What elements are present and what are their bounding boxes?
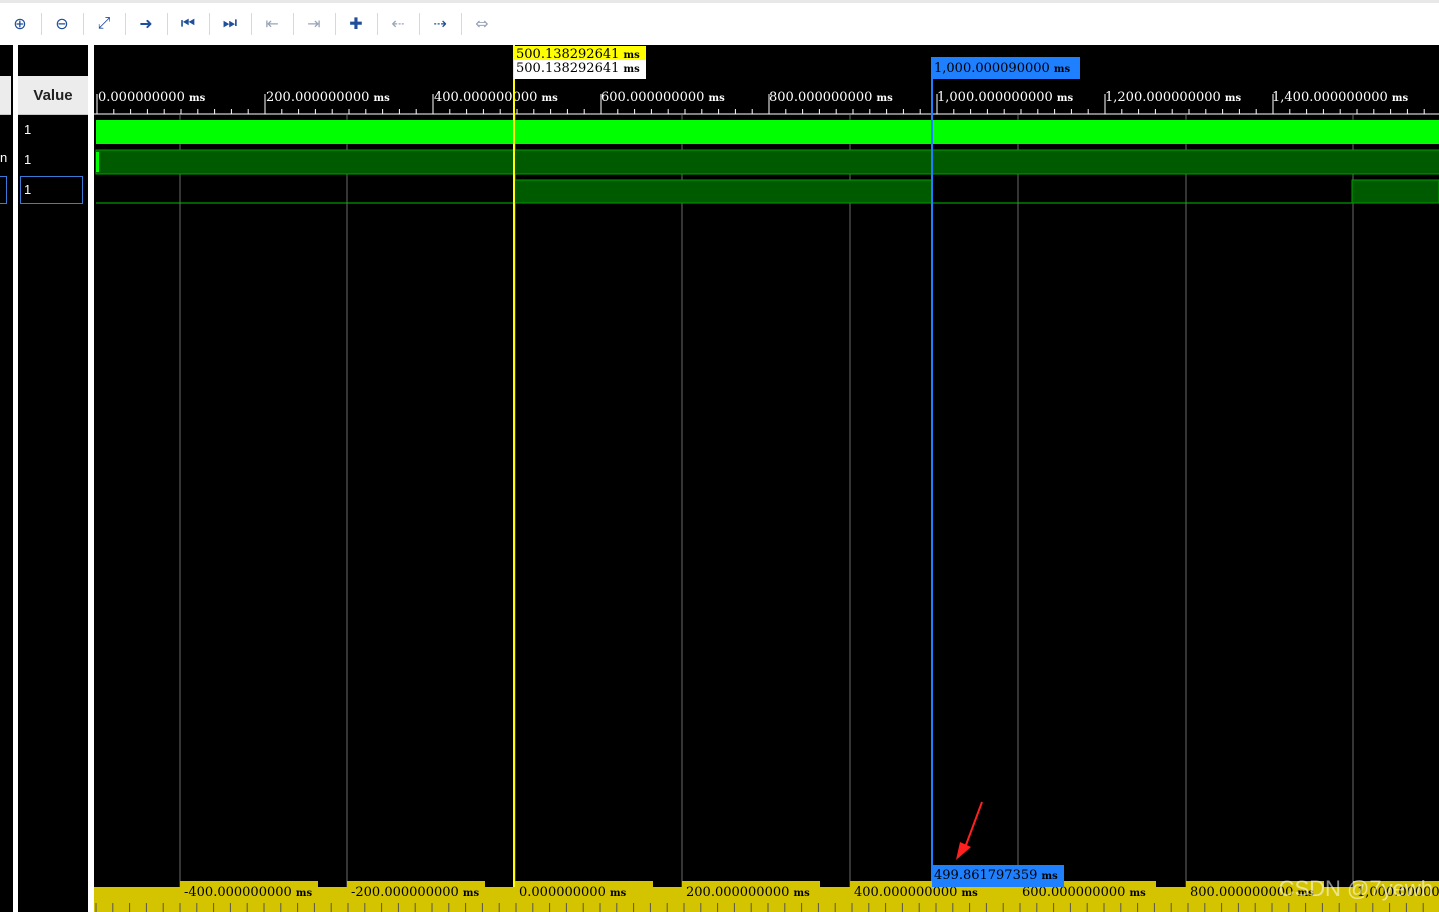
top-ruler-label: 1,200.000000000 ms: [1105, 90, 1242, 105]
previous-marker-icon[interactable]: ⇠: [386, 11, 410, 35]
signal-value-row-3[interactable]: 1: [24, 182, 31, 197]
toolbar-separator: [293, 13, 294, 35]
toolbar-separator: [167, 13, 168, 35]
zoom-in-icon[interactable]: ⊕: [8, 11, 32, 35]
toolbar-separator: [125, 13, 126, 35]
previous-transition-icon[interactable]: ⇤: [260, 11, 284, 35]
zoom-fit-icon[interactable]: ⤢: [92, 11, 116, 35]
go-to-time-zero-icon[interactable]: ⏮: [176, 11, 200, 35]
bottom-ruler-label: 200.000000000 ms: [686, 885, 810, 900]
signal-value-row-1[interactable]: 1: [24, 122, 31, 137]
top-ruler-label: 1,000.000000000 ms: [937, 90, 1074, 105]
waveform-canvas[interactable]: 0.000000000 ms 200.000000000 ms 400.000000…: [94, 45, 1439, 912]
bottom-ruler-label: 0.000000000 ms: [519, 885, 627, 900]
go-to-cursor-icon[interactable]: ➜: [134, 11, 158, 35]
top-ruler-label: 600.000000000 ms: [601, 90, 725, 105]
signal-wave-2-edge: [96, 152, 99, 172]
bottom-ruler-label: -200.000000000 ms: [351, 885, 480, 900]
toolbar-separator: [377, 13, 378, 35]
top-ruler-label: 200.000000000 ms: [266, 90, 390, 105]
bottom-ruler-label: 400.000000000 ms: [854, 885, 978, 900]
waveform-viewer[interactable]: 0.000000000 ms 200.000000000 ms 400.000000…: [94, 45, 1439, 912]
signal-value-row-2[interactable]: 1: [24, 152, 31, 167]
toolbar: ⊕ ⊖ ⤢ ➜ ⏮ ⏭ ⇤ ⇥ ✚ ⇠ ⇢ ⇔: [0, 0, 1439, 45]
main-cursor-label-2: 500.138292641 ms: [516, 61, 640, 76]
top-ruler-label: 400.000000000 ms: [434, 90, 558, 105]
signal-wave-3-high[interactable]: [513, 179, 933, 204]
marker-label: 1,000.000090000 ms: [934, 61, 1071, 76]
watermark: CSDN @7yewh: [1278, 876, 1433, 901]
toolbar-separator: [83, 13, 84, 35]
signal-wave-3-high-2[interactable]: [1351, 179, 1439, 204]
delta-label: 499.861797359 ms: [934, 868, 1058, 883]
signal-wave-1[interactable]: [96, 120, 1439, 144]
main-cursor-label: 500.138292641 ms: [516, 47, 640, 62]
top-ruler-label: 1,400.000000000 ms: [1272, 90, 1409, 105]
go-to-last-time-icon[interactable]: ⏭: [218, 11, 242, 35]
zoom-out-icon[interactable]: ⊖: [50, 11, 74, 35]
signal-name-fragment[interactable]: n: [0, 150, 7, 165]
signal-name-selected[interactable]: [0, 176, 7, 204]
toolbar-separator: [461, 13, 462, 35]
top-ruler-label: 800.000000000 ms: [769, 90, 893, 105]
add-marker-icon[interactable]: ✚: [344, 11, 368, 35]
toolbar-separator: [335, 13, 336, 35]
name-column-header[interactable]: [0, 76, 11, 115]
toolbar-separator: [41, 13, 42, 35]
value-column-header[interactable]: Value: [18, 76, 88, 115]
annotation-arrow-head: [956, 842, 971, 860]
bottom-ruler-label: 600.000000000 ms: [1022, 885, 1146, 900]
next-transition-icon[interactable]: ⇥: [302, 11, 326, 35]
top-ruler-label: 0.000000000 ms: [98, 90, 206, 105]
bottom-ruler-label: -400.000000000 ms: [184, 885, 313, 900]
swap-cursors-icon[interactable]: ⇔: [470, 11, 494, 35]
signal-wave-2[interactable]: [95, 149, 1439, 175]
toolbar-separator: [419, 13, 420, 35]
toolbar-separator: [209, 13, 210, 35]
toolbar-separator: [251, 13, 252, 35]
next-marker-icon[interactable]: ⇢: [428, 11, 452, 35]
